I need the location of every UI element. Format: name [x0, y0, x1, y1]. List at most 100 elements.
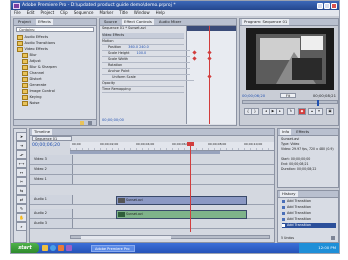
tab-source[interactable]: Source — [102, 19, 119, 25]
tree-item[interactable]: Audio Transitions — [17, 41, 55, 46]
close-button[interactable] — [331, 2, 337, 9]
history-item[interactable]: Add Transition — [282, 211, 311, 216]
tab-timeline[interactable]: Timeline — [32, 129, 53, 135]
menu-sequence[interactable]: Sequence — [74, 10, 94, 16]
ec-timecode[interactable]: 00;00;00;00 — [102, 118, 136, 123]
keyframe-marker[interactable] — [207, 56, 212, 61]
tab-info[interactable]: Info — [280, 129, 292, 135]
menu-project[interactable]: Project — [40, 10, 54, 16]
menu-window[interactable]: Window — [134, 10, 150, 16]
new-bin-icon[interactable] — [80, 121, 84, 125]
premiere-launch-icon[interactable] — [66, 245, 72, 251]
taskbar-window-button[interactable]: Adobe Premiere Pro — [91, 244, 135, 252]
razor-tool-icon[interactable]: ✂ — [16, 177, 27, 186]
trash-icon[interactable] — [88, 121, 92, 125]
start-button[interactable]: start — [11, 243, 39, 253]
menu-clip[interactable]: Clip — [60, 10, 68, 16]
history-item[interactable]: Add Transition — [282, 199, 311, 204]
marker-button[interactable]: ◆ — [298, 108, 306, 115]
track-select-tool-icon[interactable]: ⇥ — [16, 141, 27, 150]
maximize-button[interactable] — [324, 2, 330, 9]
slide-tool-icon[interactable]: ⇄ — [16, 195, 27, 204]
ec-row[interactable]: Time Remapping — [102, 87, 184, 93]
step-forward-button[interactable]: ▸ — [276, 108, 284, 115]
tree-item[interactable]: Keying — [22, 95, 42, 100]
tree-item[interactable]: Distort — [22, 77, 42, 82]
work-area-bar[interactable] — [70, 151, 220, 154]
audio-clip[interactable]: Sunset.avi — [116, 210, 247, 219]
set-out-point-button[interactable]: } — [251, 108, 259, 115]
menu-help[interactable]: Help — [156, 10, 165, 16]
tab-project[interactable]: Project — [16, 19, 33, 25]
history-item[interactable]: Add Transition — [282, 205, 311, 210]
menu-title[interactable]: Title — [119, 10, 128, 16]
tab-effects[interactable]: Effects — [36, 19, 53, 25]
position-value[interactable]: 360.0 240.0 — [128, 45, 149, 49]
scale-value[interactable]: 100.0 — [137, 51, 147, 55]
program-scrub-bar[interactable] — [242, 100, 338, 106]
quick-launch-icon[interactable] — [58, 245, 64, 251]
browser-icon[interactable] — [50, 245, 56, 251]
menu-file[interactable]: File — [14, 10, 21, 16]
track-header[interactable]: Audio 3 — [30, 219, 73, 228]
tree-item[interactable]: Blur & Sharpen — [22, 65, 57, 70]
history-item-selected[interactable]: Add Transition — [282, 223, 336, 228]
track-header[interactable]: Video 2 — [30, 165, 73, 174]
export-frame-button[interactable]: ▣ — [326, 108, 334, 115]
timeline-scrollbar[interactable] — [70, 235, 270, 239]
ec-clip-bar — [187, 26, 236, 31]
effects-search-input[interactable]: Contains: — [16, 27, 94, 32]
tree-item[interactable]: Blur — [22, 53, 37, 58]
tree-item[interactable]: Noise — [22, 101, 39, 106]
playhead-handle[interactable] — [187, 142, 194, 146]
program-playhead[interactable] — [317, 100, 319, 106]
keyframe-marker[interactable] — [192, 50, 197, 55]
tab-program-monitor[interactable]: Program: Sequence 01 — [242, 19, 290, 25]
track-header[interactable]: Audio 1 — [30, 195, 73, 204]
menu-marker[interactable]: Marker — [99, 10, 113, 16]
tab-history[interactable]: History — [280, 191, 298, 197]
rolling-edit-tool-icon[interactable]: ⟷ — [16, 159, 27, 168]
trash-icon[interactable] — [331, 236, 335, 240]
hand-tool-icon[interactable]: ✋ — [16, 213, 27, 222]
scrollbar-thumb[interactable] — [81, 236, 171, 239]
fit-zoom-select[interactable]: Fit — [280, 93, 296, 98]
history-item[interactable]: Add Transition — [282, 217, 311, 222]
keyframe-marker[interactable] — [207, 50, 212, 55]
keyframe-marker[interactable] — [207, 74, 212, 79]
ripple-edit-tool-icon[interactable]: ⟛ — [16, 150, 27, 159]
history-item-label: Add Transition — [287, 199, 312, 203]
rate-stretch-tool-icon[interactable]: ↔ — [16, 168, 27, 177]
timeline-playhead[interactable] — [190, 142, 191, 232]
tab-effect-controls[interactable]: Effect Controls — [122, 19, 154, 25]
tab-sequence-01[interactable]: Sequence 01 — [32, 136, 72, 141]
menu-edit[interactable]: Edit — [27, 10, 35, 16]
tree-item[interactable]: Video Effects — [17, 47, 48, 52]
extract-button[interactable]: ▾ — [315, 108, 323, 115]
video-clip[interactable]: Sunset.avi — [116, 196, 247, 205]
track-video-2: Video 2 — [30, 165, 274, 175]
tab-audio-mixer[interactable]: Audio Mixer — [157, 19, 183, 25]
program-timecode-current[interactable]: 00;00;06;20 — [242, 93, 276, 98]
tree-item[interactable]: Adjust — [22, 59, 41, 64]
tab-effects-2[interactable]: Effects — [294, 129, 311, 135]
track-header[interactable]: Audio 2 — [30, 209, 73, 218]
selection-tool-icon[interactable]: ➤ — [16, 132, 27, 141]
tree-item[interactable]: Image Control — [22, 89, 55, 94]
timeline-timecode[interactable]: 00;00;06;20 — [32, 143, 68, 149]
tree-item[interactable]: Channel — [22, 71, 44, 76]
quick-launch-icon[interactable] — [42, 245, 48, 251]
tree-item[interactable]: Generate — [22, 83, 46, 88]
keyframe-marker[interactable] — [192, 56, 197, 61]
loop-button[interactable]: ↻ — [287, 108, 295, 115]
minimize-button[interactable] — [317, 2, 323, 9]
track-header[interactable]: Video 1 — [30, 175, 73, 184]
pen-tool-icon[interactable]: ✎ — [16, 204, 27, 213]
clock[interactable]: 12:00 PM — [318, 245, 336, 250]
tree-item[interactable]: Audio Effects — [17, 35, 48, 40]
slip-tool-icon[interactable]: ⇆ — [16, 186, 27, 195]
time-ruler[interactable]: 00;00 00;00;02;00 00;00;04;00 00;00;06;0… — [70, 142, 274, 151]
zoom-tool-icon[interactable]: ⌕ — [16, 222, 27, 231]
track-header[interactable]: Video 3 — [30, 155, 73, 164]
tree-item-label: Image Control — [29, 89, 55, 93]
